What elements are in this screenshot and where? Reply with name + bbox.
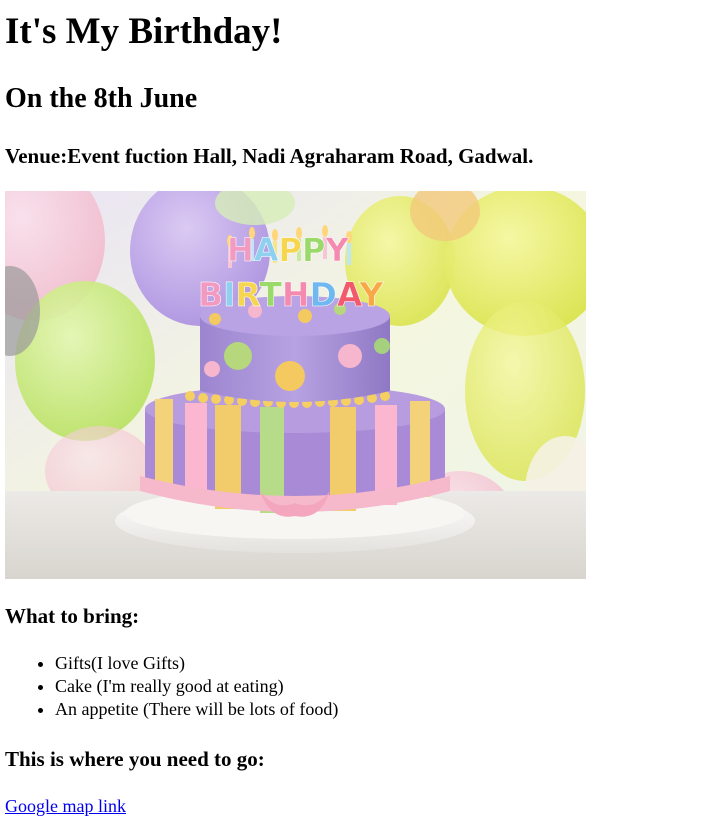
list-item: Cake (I'm really good at eating)	[55, 675, 338, 698]
list-item: An appetite (There will be lots of food)	[55, 698, 338, 721]
date-heading: On the 8th June	[5, 83, 198, 114]
bring-list: Gifts(I love Gifts) Cake (I'm really goo…	[5, 652, 338, 721]
birthday-cake-image: HAPPY BIRTHDAY	[5, 191, 586, 579]
venue-heading: Venue:Event fuction Hall, Nadi Agraharam…	[5, 144, 534, 168]
list-item: Gifts(I love Gifts)	[55, 652, 338, 675]
directions-heading: This is where you need to go:	[5, 747, 265, 771]
page-title: It's My Birthday!	[5, 11, 283, 52]
candle-text-birthday: BIRTHDAY	[198, 275, 384, 314]
google-map-link[interactable]: Google map link	[5, 795, 126, 818]
what-to-bring-heading: What to bring:	[5, 604, 140, 628]
candle-text-happy: HAPPY	[227, 231, 349, 269]
